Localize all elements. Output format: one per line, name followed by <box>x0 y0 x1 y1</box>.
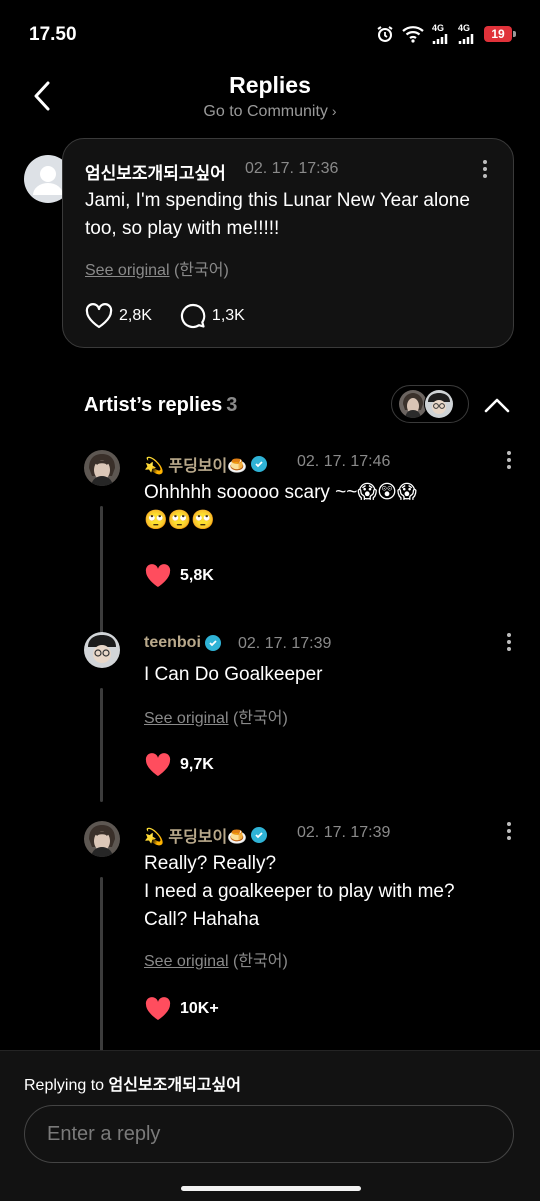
artist-replies-label: Artist’s replies <box>84 394 223 416</box>
see-original: See original (한국어) <box>85 256 229 280</box>
reply-date: 02. 17. 17:39 <box>238 635 332 652</box>
alarm-icon <box>376 25 394 43</box>
see-original-link[interactable]: See original <box>144 953 229 970</box>
replying-prefix: Replying to <box>24 1077 105 1094</box>
network-label-2: 4G <box>458 23 471 33</box>
signal-icon-2: 4G <box>458 24 476 44</box>
reply-date: 02. 17. 17:39 <box>297 824 391 841</box>
more-options-icon[interactable] <box>499 446 519 474</box>
reply-text: Ohhhhh sooooo scary ~~😱😲😱 🙄🙄🙄 <box>144 479 484 535</box>
reply-text-line-2: 🙄🙄🙄 <box>144 510 215 531</box>
reply-date: 02. 17. 17:46 <box>297 453 391 470</box>
reply-text: I Can Do Goalkeeper <box>144 664 323 685</box>
see-original: See original (한국어) <box>144 947 288 971</box>
comment-button[interactable]: 1,3K <box>180 303 245 329</box>
home-indicator[interactable] <box>181 1186 361 1191</box>
like-count: 9,7K <box>180 756 214 773</box>
chevron-up-icon <box>484 398 510 413</box>
comment-count: 1,3K <box>211 307 245 324</box>
artist-replies-count: 3 <box>226 394 238 416</box>
more-options-icon[interactable] <box>475 155 495 183</box>
artist-avatars[interactable] <box>391 385 469 423</box>
post-date: 02. 17. 17:36 <box>245 160 339 177</box>
collapse-button[interactable] <box>482 392 512 418</box>
reply-text-line-3: Call? Hahaha <box>144 909 260 930</box>
reply-text-line-2: I need a goalkeeper to play with me? <box>144 881 455 902</box>
status-icons: 4G 4G 19 <box>376 24 516 44</box>
battery-icon: 19 <box>484 26 516 42</box>
post-card: 엄신보조개되고싶어 02. 17. 17:36 Jami, I'm spendi… <box>62 138 514 348</box>
go-to-community-label: Go to Community <box>203 103 328 120</box>
network-label-1: 4G <box>432 23 445 33</box>
reply-text: Really? Really? I need a goalkeeper to p… <box>144 850 484 934</box>
status-time: 17.50 <box>29 24 77 45</box>
wifi-icon <box>402 25 424 43</box>
thread-line <box>100 688 103 802</box>
see-original-link[interactable]: See original <box>144 710 229 727</box>
like-button[interactable]: 9,7K <box>144 752 214 778</box>
original-language: (한국어) <box>232 953 288 970</box>
artist-name[interactable]: 💫 푸딩보이🍮 <box>144 452 268 476</box>
reply-text-line-1: Ohhhhh sooooo scary ~~😱😲😱 <box>144 482 417 503</box>
more-options-icon[interactable] <box>499 628 519 656</box>
battery-level: 19 <box>491 27 505 41</box>
see-original-link[interactable]: See original <box>85 262 170 279</box>
artist-avatar-2 <box>424 389 454 419</box>
post-actions: 2,8K 1,3K <box>85 303 273 329</box>
heart-filled-icon <box>145 753 171 776</box>
artist-replies-header: Artist’s replies 3 <box>84 394 237 417</box>
reply-composer: Replying to 엄신보조개되고싶어 <box>0 1050 540 1201</box>
verified-badge-icon <box>204 635 221 651</box>
signal-icon-1: 4G <box>432 24 450 44</box>
reply-input[interactable] <box>24 1105 514 1163</box>
original-language: (한국어) <box>232 710 288 727</box>
verified-badge-icon <box>251 827 268 843</box>
chevron-right-icon: › <box>331 103 337 119</box>
go-to-community-link[interactable]: Go to Community › <box>0 103 540 121</box>
artist-name-text: 💫 푸딩보이🍮 <box>144 829 248 846</box>
like-button[interactable]: 10K+ <box>144 996 219 1022</box>
artist-avatar[interactable] <box>84 821 120 857</box>
artist-avatar[interactable] <box>84 450 120 486</box>
heart-filled-icon <box>145 564 171 587</box>
comment-icon <box>180 303 206 329</box>
like-button[interactable]: 5,8K <box>144 563 214 589</box>
like-button[interactable]: 2,8K <box>85 303 152 329</box>
like-count: 2,8K <box>119 307 152 324</box>
post-text: Jami, I'm spending this Lunar New Year a… <box>85 190 470 239</box>
artist-name-text: 💫 푸딩보이🍮 <box>144 458 248 475</box>
like-count: 5,8K <box>180 567 214 584</box>
like-count: 10K+ <box>180 1000 219 1017</box>
thread-line <box>100 877 103 1052</box>
artist-avatar[interactable] <box>84 632 120 668</box>
artist-name[interactable]: teenboi <box>144 634 221 652</box>
artist-name[interactable]: 💫 푸딩보이🍮 <box>144 823 268 847</box>
status-bar: 17.50 4G 4G 19 <box>0 0 540 70</box>
artist-name-text: teenboi <box>144 634 201 651</box>
replying-to: Replying to 엄신보조개되고싶어 <box>24 1071 241 1095</box>
see-original: See original (한국어) <box>144 704 288 728</box>
verified-badge-icon <box>251 456 268 472</box>
reply-text-line-1: Really? Really? <box>144 853 277 874</box>
heart-outline-icon <box>85 303 113 329</box>
heart-filled-icon <box>145 997 171 1020</box>
replying-to-name: 엄신보조개되고싶어 <box>108 1077 241 1094</box>
post-author[interactable]: 엄신보조개되고싶어 <box>85 159 226 184</box>
original-language: (한국어) <box>173 262 229 279</box>
more-options-icon[interactable] <box>499 817 519 845</box>
page-title: Replies <box>229 72 311 98</box>
